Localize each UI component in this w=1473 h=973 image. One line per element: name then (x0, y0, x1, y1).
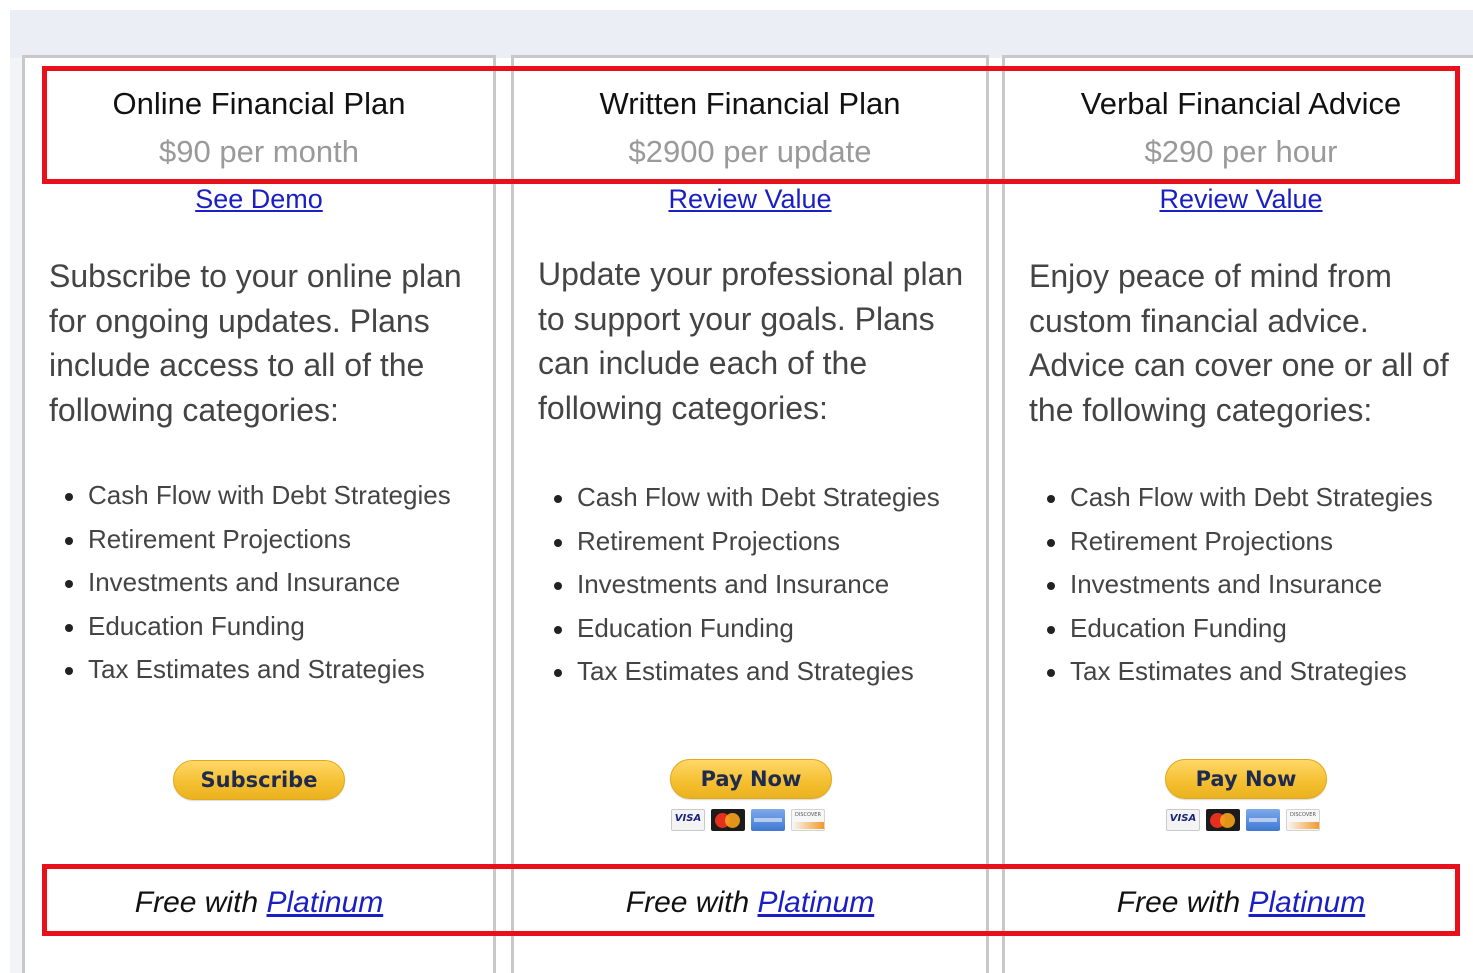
plan-card-online: Online Financial Plan $90 per month See … (22, 55, 496, 973)
feature-item: Cash Flow with Debt Strategies (554, 476, 982, 520)
plan-price: $2900 per update (628, 134, 872, 169)
visa-icon: VISA (671, 809, 705, 831)
left-background-band (10, 58, 22, 973)
feature-item: Tax Estimates and Strategies (65, 648, 489, 692)
amex-icon (1246, 809, 1280, 831)
plan-description: Enjoy peace of mind from custom financia… (1029, 258, 1449, 428)
payment-cards: VISA DISCOVER (671, 809, 825, 831)
feature-item: Retirement Projections (554, 520, 982, 564)
feature-item: Tax Estimates and Strategies (1047, 650, 1473, 694)
platinum-link[interactable]: Platinum (267, 886, 384, 919)
review-value-link[interactable]: Review Value (668, 184, 831, 214)
feature-list: Cash Flow with Debt Strategies Retiremen… (554, 476, 982, 694)
top-background-band (10, 10, 1473, 58)
mastercard-icon (1206, 809, 1240, 831)
pricing-page: Online Financial Plan $90 per month See … (0, 0, 1473, 973)
review-value-link[interactable]: Review Value (1159, 184, 1322, 214)
plan-footer: Free with Platinum (514, 886, 986, 920)
plan-price: $290 per hour (1144, 134, 1338, 169)
footer-text: Free with (134, 886, 267, 919)
pay-now-button[interactable]: Pay Now (1165, 759, 1327, 799)
feature-item: Retirement Projections (1047, 520, 1473, 564)
plan-description: Subscribe to your online plan for ongoin… (49, 258, 462, 428)
plan-title: Online Financial Plan (112, 86, 406, 121)
mastercard-icon (711, 809, 745, 831)
amex-icon (751, 809, 785, 831)
feature-item: Retirement Projections (65, 518, 489, 562)
feature-item: Education Funding (65, 605, 489, 649)
feature-list: Cash Flow with Debt Strategies Retiremen… (65, 474, 489, 692)
payment-cards: VISA DISCOVER (1166, 809, 1320, 831)
footer-text: Free with (1116, 886, 1249, 919)
plan-footer: Free with Platinum (25, 886, 493, 920)
footer-text: Free with (625, 886, 758, 919)
feature-item: Cash Flow with Debt Strategies (65, 474, 489, 518)
pay-now-button[interactable]: Pay Now (670, 759, 832, 799)
plan-card-verbal: Verbal Financial Advice $290 per hour Re… (1002, 55, 1473, 973)
feature-item: Investments and Insurance (65, 561, 489, 605)
see-demo-link[interactable]: See Demo (195, 184, 323, 214)
platinum-link[interactable]: Platinum (758, 886, 875, 919)
plan-link-row: Review Value (514, 184, 986, 215)
plan-link-row: Review Value (1005, 184, 1473, 215)
feature-item: Education Funding (554, 607, 982, 651)
platinum-link[interactable]: Platinum (1249, 886, 1366, 919)
plan-footer: Free with Platinum (1005, 886, 1473, 920)
subscribe-button[interactable]: Subscribe (173, 760, 345, 800)
visa-icon: VISA (1166, 809, 1200, 831)
discover-icon: DISCOVER (791, 809, 825, 831)
feature-item: Investments and Insurance (1047, 563, 1473, 607)
feature-item: Education Funding (1047, 607, 1473, 651)
discover-icon: DISCOVER (1286, 809, 1320, 831)
plan-description: Update your professional plan to support… (538, 256, 964, 426)
plan-price: $90 per month (159, 134, 359, 169)
plan-title: Written Financial Plan (599, 86, 901, 121)
feature-item: Investments and Insurance (554, 563, 982, 607)
feature-item: Cash Flow with Debt Strategies (1047, 476, 1473, 520)
plan-title: Verbal Financial Advice (1080, 86, 1402, 121)
plan-link-row: See Demo (25, 184, 493, 215)
feature-item: Tax Estimates and Strategies (554, 650, 982, 694)
feature-list: Cash Flow with Debt Strategies Retiremen… (1047, 476, 1473, 694)
plan-card-written: Written Financial Plan $2900 per update … (511, 55, 989, 973)
